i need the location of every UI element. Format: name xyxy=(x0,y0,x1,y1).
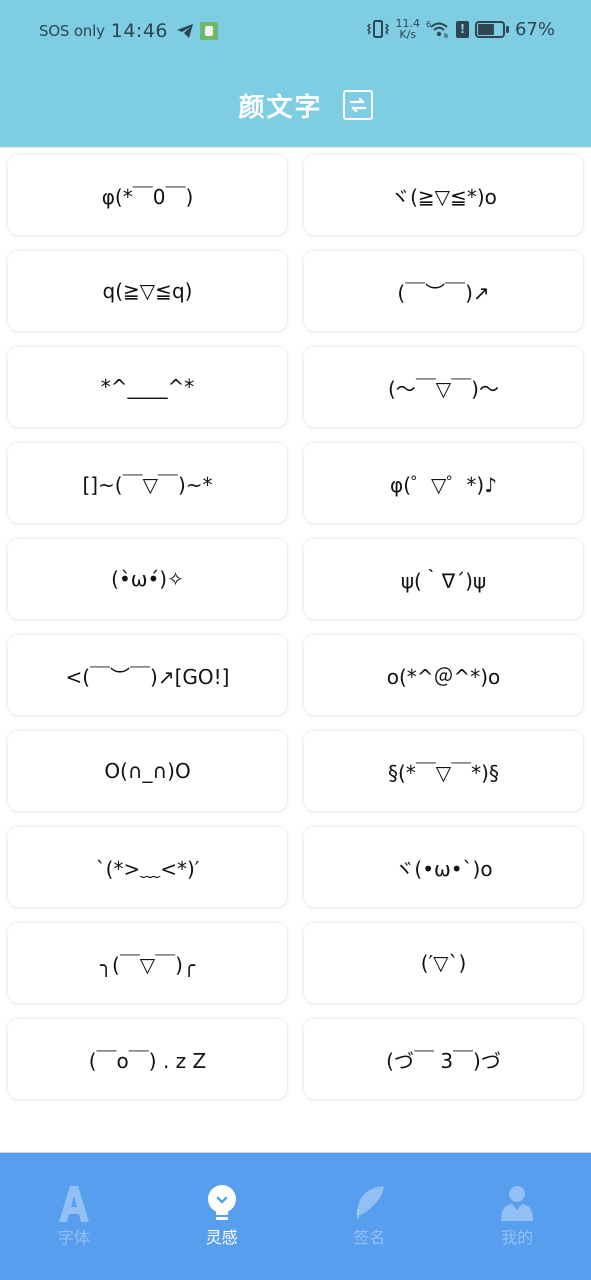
kaomoji-card[interactable]: <(￣︶￣)↗[GO!] xyxy=(8,635,287,715)
kaomoji-card[interactable]: ヾ(≧▽≦*)o xyxy=(304,155,583,235)
kaomoji-text: (•̀ω•́)✧ xyxy=(111,567,184,591)
kaomoji-text: O(∩_∩)O xyxy=(104,759,191,783)
carrier-text: SOS only xyxy=(39,22,105,40)
status-left: SOS only 14:46 xyxy=(39,20,219,42)
app-notification-icon xyxy=(200,22,219,40)
kaomoji-text: (づ￣ 3￣)づ xyxy=(386,1048,501,1073)
screen: SOS only 14:46 11.4 K/s 6 ! 67% 颜文字 φ(*￣… xyxy=(0,0,591,1280)
bottom-nav: 字体 灵感 签名 我的 xyxy=(0,1152,591,1280)
network-speed: 11.4 K/s xyxy=(395,18,420,40)
kaomoji-card[interactable]: (～￣▽￣)～ xyxy=(304,347,583,427)
nav-item-inspiration[interactable]: 灵感 xyxy=(148,1153,296,1280)
kaomoji-card[interactable]: (￣︶￣)↗ xyxy=(304,251,583,331)
alert-icon: ! xyxy=(455,20,469,38)
kaomoji-grid: φ(*￣0￣) ヾ(≧▽≦*)o q(≧▽≦q) (￣︶￣)↗ *^____^* (～￣▽… xyxy=(8,155,583,1099)
kaomoji-text: φ(゜▽゜*)♪ xyxy=(390,472,497,497)
vibrate-icon xyxy=(367,20,390,38)
nav-label: 签名 xyxy=(353,1228,386,1247)
battery-icon xyxy=(474,20,509,38)
feather-icon xyxy=(351,1185,387,1221)
status-bar: SOS only 14:46 11.4 K/s 6 ! 67% xyxy=(0,16,591,52)
kaomoji-text: (′▽`) xyxy=(420,951,467,975)
telegram-icon xyxy=(177,24,194,38)
kaomoji-card[interactable]: φ(゜▽゜*)♪ xyxy=(304,443,583,523)
kaomoji-card[interactable]: (づ￣ 3￣)づ xyxy=(304,1019,583,1099)
kaomoji-text: (￣︶￣)↗ xyxy=(397,280,490,305)
kaomoji-text: `(*>﹏<*)′ xyxy=(95,856,200,881)
kaomoji-card[interactable]: §(*￣▽￣*)§ xyxy=(304,731,583,811)
kaomoji-text: <(￣︶￣)↗[GO!] xyxy=(65,664,230,689)
user-icon xyxy=(499,1185,535,1221)
font-a-icon xyxy=(56,1185,92,1222)
battery-percent: 67% xyxy=(514,18,555,40)
kaomoji-text: q(≧▽≦q) xyxy=(102,279,193,303)
kaomoji-text: (～￣▽￣)～ xyxy=(388,376,499,401)
kaomoji-card[interactable]: O(∩_∩)O xyxy=(8,731,287,811)
swap-icon xyxy=(349,97,366,113)
nav-label: 字体 xyxy=(57,1228,90,1247)
kaomoji-text: o(*^＠^*)o xyxy=(386,664,501,689)
kaomoji-card[interactable]: q(≧▽≦q) xyxy=(8,251,287,331)
kaomoji-card[interactable]: `(*>﹏<*)′ xyxy=(8,827,287,907)
kaomoji-card[interactable]: *^____^* xyxy=(8,347,287,427)
nav-item-signature[interactable]: 签名 xyxy=(296,1153,444,1280)
nav-item-mine[interactable]: 我的 xyxy=(443,1153,591,1280)
wifi-icon: 6 xyxy=(426,20,448,38)
header: 颜文字 xyxy=(0,80,591,130)
kaomoji-card[interactable]: o(*^＠^*)o xyxy=(304,635,583,715)
kaomoji-card[interactable]: ψ(｀∇´)ψ xyxy=(304,539,583,619)
nav-label: 我的 xyxy=(501,1228,534,1247)
kaomoji-card[interactable]: ヾ(•ω•`)o xyxy=(304,827,583,907)
top-bar: SOS only 14:46 11.4 K/s 6 ! 67% 颜文字 xyxy=(0,0,591,147)
kaomoji-text: *^____^* xyxy=(100,375,195,399)
kaomoji-text: (￣o￣) . z Z xyxy=(88,1048,207,1073)
network-speed-unit: K/s xyxy=(399,28,417,41)
kaomoji-text: ヾ(≧▽≦*)o xyxy=(390,184,497,209)
kaomoji-text: §(*￣▽￣*)§ xyxy=(388,760,499,785)
kaomoji-card[interactable]: (￣o￣) . z Z xyxy=(8,1019,287,1099)
nav-label: 灵感 xyxy=(205,1228,238,1247)
kaomoji-card[interactable]: []~(￣▽￣)~* xyxy=(8,443,287,523)
kaomoji-text: ヾ(•ω•`)o xyxy=(394,856,493,881)
page-title: 颜文字 xyxy=(238,92,323,123)
kaomoji-list[interactable]: φ(*￣0￣) ヾ(≧▽≦*)o q(≧▽≦q) (￣︶￣)↗ *^____^* (～￣▽… xyxy=(0,147,591,1152)
swap-button[interactable] xyxy=(342,90,373,120)
kaomoji-text: []~(￣▽￣)~* xyxy=(82,472,213,497)
clock: 14:46 xyxy=(110,20,169,42)
lightbulb-icon xyxy=(204,1185,240,1221)
svg-text:6: 6 xyxy=(426,20,431,29)
kaomoji-text: φ(*￣0￣) xyxy=(101,184,194,209)
kaomoji-text: ╮(￣▽￣)╭ xyxy=(99,952,196,977)
kaomoji-card[interactable]: (′▽`) xyxy=(304,923,583,1003)
kaomoji-card[interactable]: φ(*￣0￣) xyxy=(8,155,287,235)
kaomoji-text: ψ(｀∇´)ψ xyxy=(400,568,487,593)
status-right: 11.4 K/s 6 ! 67% xyxy=(367,18,555,40)
nav-item-font[interactable]: 字体 xyxy=(0,1153,148,1280)
kaomoji-card[interactable]: (•̀ω•́)✧ xyxy=(8,539,287,619)
kaomoji-card[interactable]: ╮(￣▽￣)╭ xyxy=(8,923,287,1003)
